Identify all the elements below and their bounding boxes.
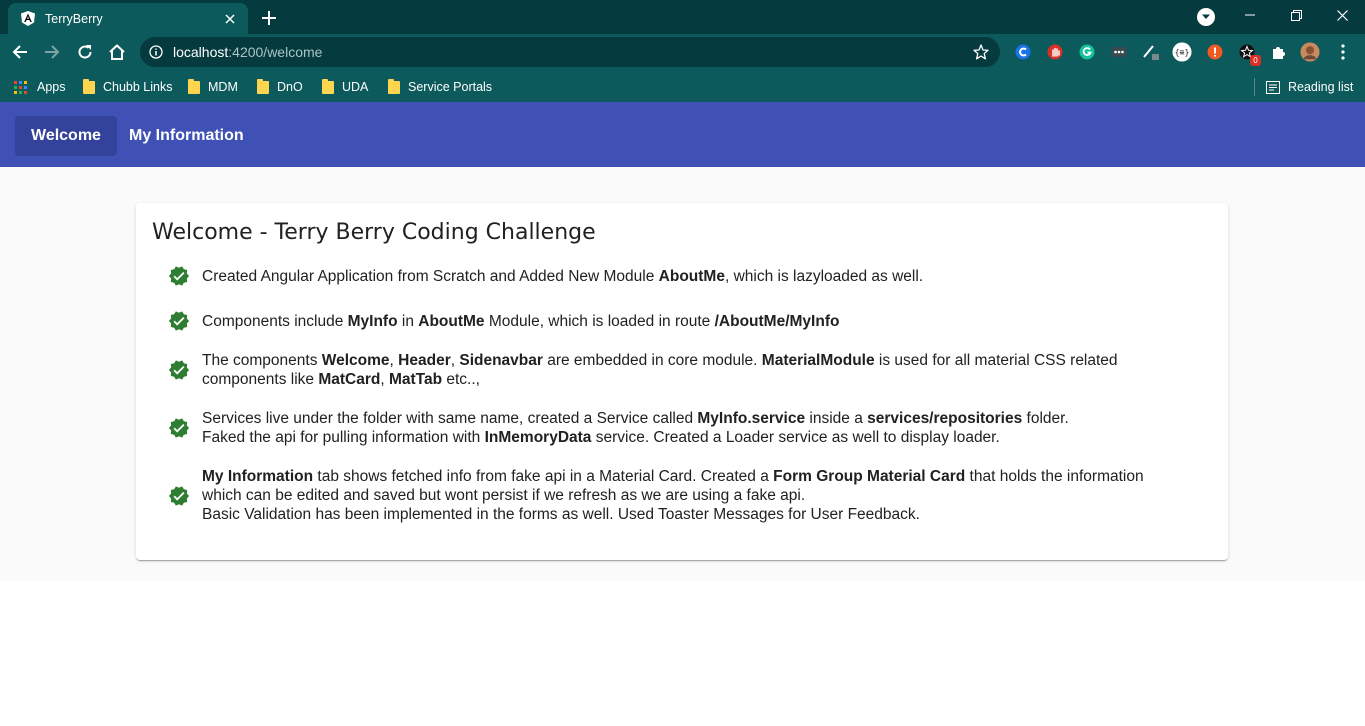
url-host: localhost bbox=[173, 44, 229, 60]
bold-term: MaterialModule bbox=[761, 352, 875, 369]
bold-term: Welcome bbox=[321, 352, 390, 369]
list-item-text: Components include MyInfo in AboutMe Mod… bbox=[202, 312, 840, 330]
grammarly-extension-icon[interactable] bbox=[1077, 42, 1097, 62]
angular-favicon-icon bbox=[20, 11, 36, 27]
check-badge-icon bbox=[168, 485, 190, 507]
tab-close-icon[interactable] bbox=[222, 11, 238, 27]
back-arrow-icon[interactable] bbox=[9, 41, 31, 63]
bold-term: MatTab bbox=[388, 371, 443, 388]
tab-my-information[interactable]: My Information bbox=[113, 116, 260, 156]
bookmark-label: UDA bbox=[342, 80, 369, 94]
bookmark-label: Service Portals bbox=[408, 80, 493, 94]
browser-tabstrip: TerryBerry bbox=[0, 0, 1365, 34]
more-dots-extension-icon[interactable] bbox=[1109, 42, 1129, 62]
pen-extension-icon[interactable] bbox=[1141, 42, 1161, 62]
tab-welcome[interactable]: Welcome bbox=[15, 116, 117, 156]
new-tab-plus-icon[interactable] bbox=[259, 8, 279, 28]
bold-term: Form Group Material Card bbox=[773, 468, 966, 485]
check-badge-icon bbox=[168, 417, 190, 439]
bookmark-label: MDM bbox=[208, 80, 238, 94]
tab-title: TerryBerry bbox=[45, 11, 103, 26]
folder-icon bbox=[322, 78, 334, 94]
bookmarks-divider bbox=[1254, 78, 1255, 96]
bookmarks-bar: Apps Chubb Links MDM DnO UDA Service Por… bbox=[0, 71, 1365, 102]
app-header: Welcome My Information bbox=[0, 102, 1365, 167]
list-item: Created Angular Application from Scratch… bbox=[168, 265, 1208, 287]
browser-tab[interactable]: TerryBerry bbox=[8, 3, 248, 34]
list-item-text: Created Angular Application from Scratch… bbox=[202, 267, 924, 285]
bold-term: AboutMe bbox=[658, 267, 725, 285]
bookmark-label: Apps bbox=[37, 80, 66, 94]
site-info-icon[interactable] bbox=[148, 44, 164, 60]
list-item-text: My Information tab shows fetched info fr… bbox=[202, 468, 1144, 523]
url-text[interactable]: localhost:4200/welcome bbox=[173, 44, 971, 60]
folder-icon bbox=[257, 78, 269, 94]
app-content: Welcome - Terry Berry Coding Challenge C… bbox=[0, 167, 1365, 581]
restore-icon[interactable] bbox=[1273, 0, 1319, 30]
close-window-icon[interactable] bbox=[1319, 0, 1365, 30]
reload-icon[interactable] bbox=[74, 41, 96, 63]
list-item-text: Services live under the folder with same… bbox=[202, 410, 1069, 446]
check-badge-icon bbox=[168, 359, 190, 381]
check-badge-icon bbox=[168, 265, 190, 287]
browser-toolbar: localhost:4200/welcome {≡} 0 bbox=[0, 34, 1365, 71]
menu-kebab-icon[interactable] bbox=[1333, 42, 1353, 62]
bold-term: AboutMe bbox=[418, 312, 485, 330]
bold-term: MyInfo.service bbox=[697, 410, 806, 427]
bookmark-star-icon[interactable] bbox=[971, 42, 991, 62]
block-hand-extension-icon[interactable] bbox=[1045, 42, 1065, 62]
bold-term: My Information bbox=[202, 468, 314, 485]
check-badge-icon bbox=[168, 310, 190, 332]
card-title: Welcome - Terry Berry Coding Challenge bbox=[152, 220, 596, 245]
folder-icon bbox=[188, 78, 200, 94]
home-icon[interactable] bbox=[106, 41, 128, 63]
alert-extension-icon[interactable] bbox=[1205, 42, 1225, 62]
bold-term: Header bbox=[398, 352, 451, 369]
puzzle-extensions-icon[interactable] bbox=[1269, 42, 1289, 62]
address-bar[interactable]: localhost:4200/welcome bbox=[140, 37, 1000, 67]
forward-arrow-icon[interactable] bbox=[41, 41, 63, 63]
bold-term: /AboutMe/MyInfo bbox=[714, 312, 840, 330]
list-item: Services live under the folder with same… bbox=[168, 409, 1208, 447]
profile-avatar[interactable] bbox=[1300, 42, 1320, 62]
apps-grid-icon bbox=[14, 80, 27, 94]
bookmark-label: DnO bbox=[277, 80, 303, 94]
bold-term: InMemoryData bbox=[484, 429, 592, 446]
bookmark-uda[interactable]: UDA bbox=[322, 76, 368, 98]
list-item: The components Welcome, Header, Sidenavb… bbox=[168, 351, 1208, 389]
reading-list-label: Reading list bbox=[1288, 80, 1354, 94]
tab-search-chevron-icon[interactable] bbox=[1197, 8, 1215, 26]
reading-list-button[interactable]: Reading list bbox=[1266, 76, 1353, 98]
bookmark-service-portals[interactable]: Service Portals bbox=[388, 76, 492, 98]
c-extension-icon[interactable] bbox=[1013, 42, 1033, 62]
json-extension-icon[interactable]: {≡} bbox=[1172, 42, 1192, 62]
bookmark-apps[interactable]: Apps bbox=[14, 76, 66, 98]
reading-list-icon bbox=[1266, 80, 1280, 94]
list-item-text: The components Welcome, Header, Sidenavb… bbox=[202, 352, 1118, 388]
extension-badge-count: 0 bbox=[1250, 55, 1261, 66]
welcome-card: Welcome - Terry Berry Coding Challenge C… bbox=[136, 203, 1228, 560]
list-item: My Information tab shows fetched info fr… bbox=[168, 467, 1208, 524]
folder-icon bbox=[388, 78, 400, 94]
bold-term: MatCard bbox=[318, 371, 381, 388]
bookmark-chubb-links[interactable]: Chubb Links bbox=[83, 76, 173, 98]
bookmark-label: Chubb Links bbox=[103, 80, 173, 94]
bold-term: Sidenavbar bbox=[459, 352, 543, 369]
bold-term: MyInfo bbox=[347, 312, 398, 330]
list-item: Components include MyInfo in AboutMe Mod… bbox=[168, 310, 1208, 332]
minimize-icon[interactable] bbox=[1227, 0, 1273, 30]
bookmark-mdm[interactable]: MDM bbox=[188, 76, 238, 98]
star-badge-extension-icon[interactable]: 0 bbox=[1237, 42, 1261, 66]
bookmark-dno[interactable]: DnO bbox=[257, 76, 303, 98]
url-path: :4200/welcome bbox=[228, 44, 323, 60]
folder-icon bbox=[83, 78, 95, 94]
svg-text:{≡}: {≡} bbox=[1175, 47, 1190, 57]
bold-term: services/repositories bbox=[867, 410, 1023, 427]
